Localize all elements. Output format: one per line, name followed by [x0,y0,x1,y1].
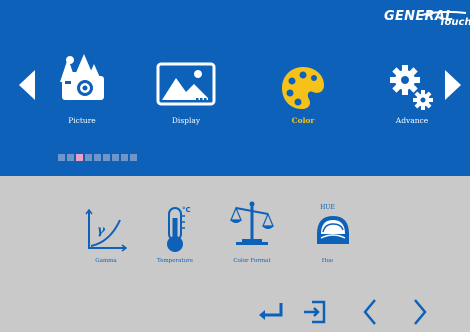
page-dot [67,154,74,161]
brand-suffix: Touch [439,17,470,28]
scroll-left-arrow-icon[interactable] [17,68,37,102]
enter-icon[interactable] [257,301,287,323]
page-dot [121,154,128,161]
submenu-item-color-format[interactable]: Color Format [217,201,287,268]
page-dot [76,154,83,161]
page-dot [103,154,110,161]
submenu-item-temperature[interactable]: °C Temperature [140,202,210,268]
menu-item-label: Advance [395,116,429,125]
svg-text:°C: °C [182,206,191,214]
submenu-item-label: Hue [321,258,334,264]
gears-icon [390,65,433,110]
gamma-curve-icon: γ [85,208,128,252]
page-dot [94,154,101,161]
menu-item-advance[interactable]: Advance [367,42,457,128]
menu-item-label: Picture [68,116,96,125]
menu-item-color[interactable]: Color [258,42,348,128]
submenu-item-label: Color Format [233,258,271,264]
page-dot [58,154,65,161]
exit-icon[interactable] [302,300,328,324]
submenu-item-label: Gamma [95,258,117,264]
hue-icon [317,216,349,244]
submenu-item-hue[interactable]: HUE Hue [300,202,370,268]
thermometer-icon: °C [167,206,191,252]
submenu-item-gamma[interactable]: γ Gamma [71,202,141,268]
camera-landscape-icon [60,54,104,100]
display-image-icon [156,62,216,106]
page-dot [85,154,92,161]
svg-text:γ: γ [97,223,106,237]
submenu-item-label: Temperature [156,258,194,264]
scale-icon [230,201,274,245]
menu-item-label: Color [291,116,315,125]
menu-item-label: Display [171,116,201,125]
next-icon[interactable] [410,298,430,326]
menu-item-picture[interactable]: Picture [37,42,127,128]
page-dot [112,154,119,161]
brand-swoosh-icon [421,10,467,16]
page-dot [130,154,137,161]
previous-icon[interactable] [360,298,380,326]
palette-icon [282,67,324,109]
page-indicator [58,154,137,161]
menu-item-display[interactable]: Display [141,42,231,128]
